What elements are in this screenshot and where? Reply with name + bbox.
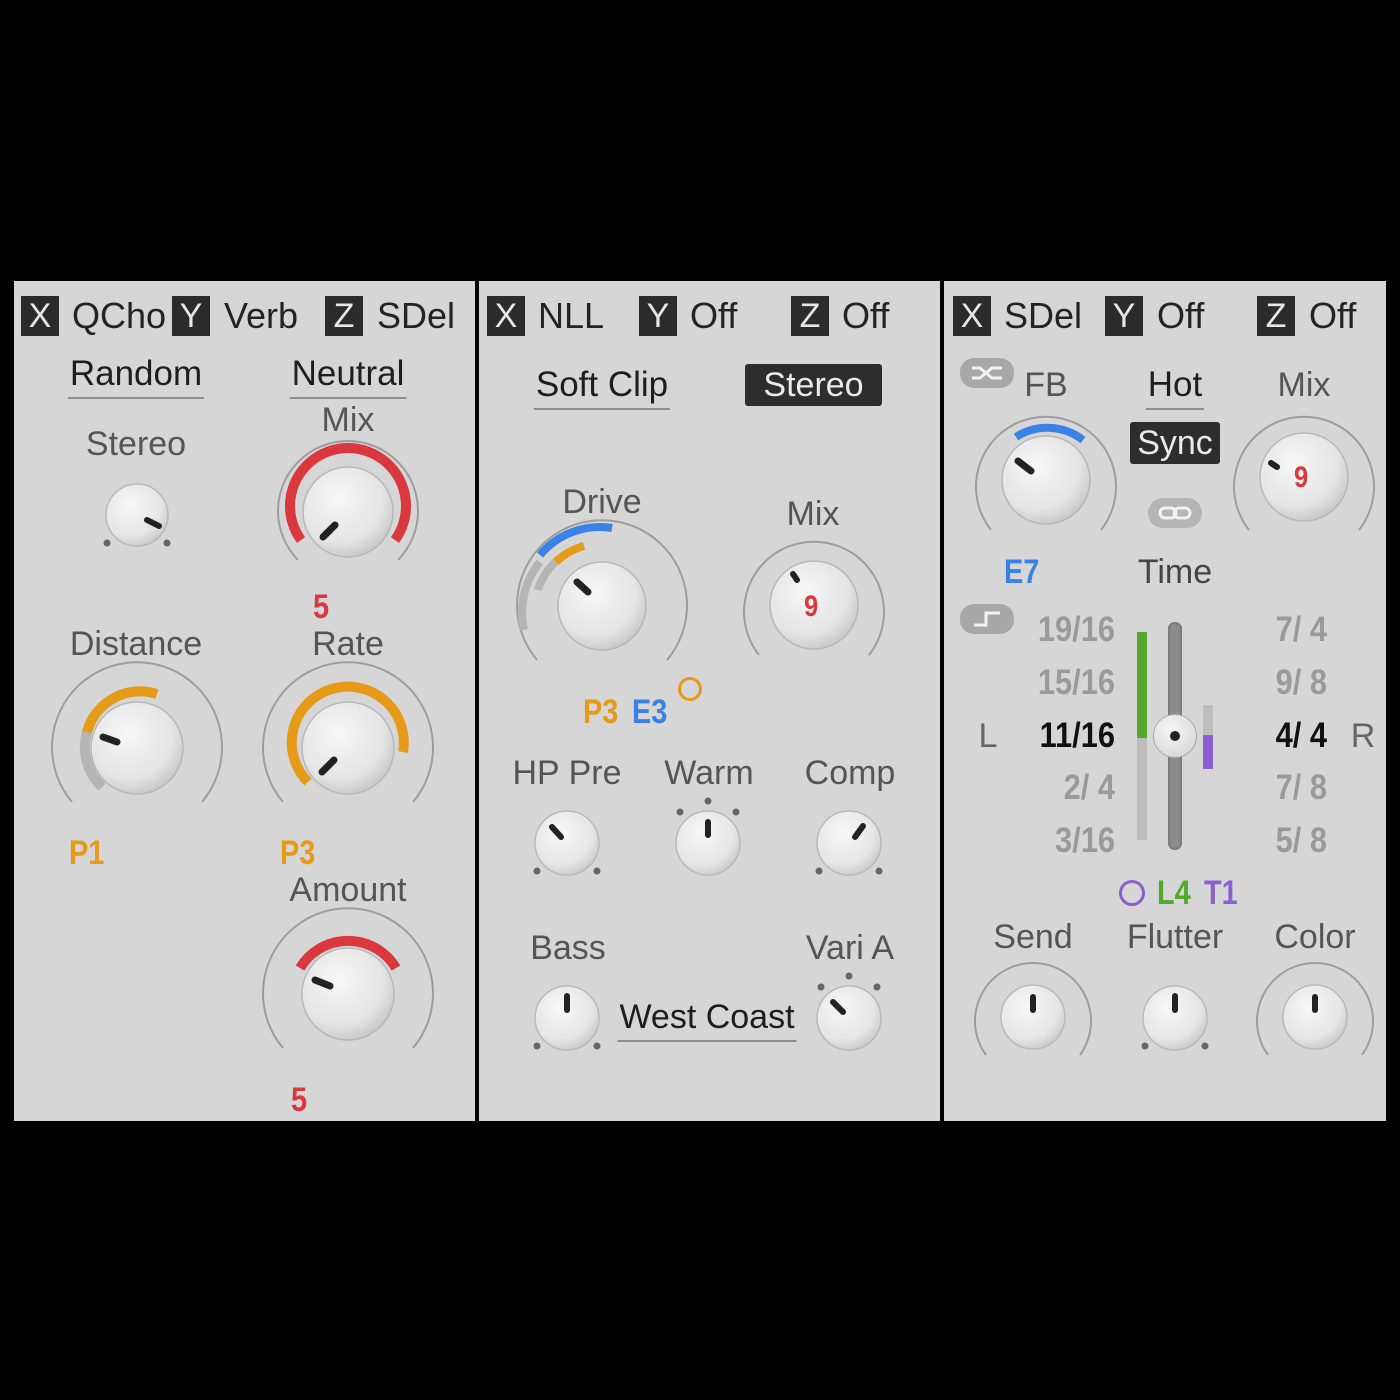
time-division-left-3[interactable]: 2/ 4 <box>1014 768 1115 808</box>
time-division-right-3[interactable]: 7/ 8 <box>1228 768 1327 808</box>
amount-label: Amount <box>289 871 407 909</box>
z-slot-badge: Z <box>325 296 363 336</box>
time-mod-ring-icon[interactable] <box>1119 880 1145 906</box>
mix-label: Mix <box>1277 366 1331 404</box>
sync-button[interactable]: Sync <box>1130 422 1220 464</box>
rate-label: Rate <box>312 625 384 663</box>
time-division-left-0[interactable]: 19/16 <box>1014 610 1115 650</box>
fb-label: FB <box>1024 366 1068 404</box>
mix-value: 5 <box>313 588 330 626</box>
send-label: Send <box>993 918 1073 956</box>
drive-mod-tag-p: P3 <box>583 693 619 731</box>
time-mod-tag-l: L4 <box>1157 874 1191 912</box>
random-mode-selector[interactable]: Random <box>67 353 205 399</box>
x-slot-effect[interactable]: QCho <box>72 294 166 338</box>
y-slot-badge: Y <box>1105 296 1143 336</box>
neutral-mode-selector[interactable]: Neutral <box>289 353 407 399</box>
comp-label: Comp <box>804 754 896 792</box>
time-division-left-selected[interactable]: 11/16 <box>1014 716 1115 756</box>
mix-value: 9 <box>1294 461 1309 494</box>
drive-label: Drive <box>562 483 642 521</box>
x-slot-badge: X <box>21 296 59 336</box>
hot-mode-selector[interactable]: Hot <box>1145 364 1205 410</box>
time-mod-tag-t: T1 <box>1204 874 1238 912</box>
crossfeed-toggle-icon[interactable] <box>960 358 1014 388</box>
warm-label: Warm <box>664 754 754 792</box>
y-slot-effect[interactable]: Off <box>1157 294 1204 338</box>
z-slot-badge: Z <box>791 296 829 336</box>
time-division-left-4[interactable]: 3/16 <box>1014 821 1115 861</box>
z-slot-effect[interactable]: SDel <box>377 294 455 338</box>
drive-mod-ring-icon[interactable] <box>678 677 702 701</box>
link-icon[interactable] <box>1148 498 1202 528</box>
drive-mod-tag-e: E3 <box>632 693 668 731</box>
time-label: Time <box>1137 553 1213 591</box>
rate-mod-tag: P3 <box>280 834 316 872</box>
z-slot-effect[interactable]: Off <box>842 294 889 338</box>
time-division-right-4[interactable]: 5/ 8 <box>1228 821 1327 861</box>
time-division-right-0[interactable]: 7/ 4 <box>1228 610 1327 650</box>
amount-value: 5 <box>291 1081 308 1119</box>
x-slot-effect[interactable]: SDel <box>1004 294 1082 338</box>
y-slot-effect[interactable]: Verb <box>224 294 298 338</box>
slider-thumb-dot <box>1170 731 1180 741</box>
z-slot-effect[interactable]: Off <box>1309 294 1356 338</box>
fb-mod-tag: E7 <box>1004 553 1040 591</box>
mix-label: Mix <box>786 495 840 533</box>
distance-mod-tag: P1 <box>69 834 105 872</box>
x-slot-badge: X <box>487 296 525 336</box>
hp-pre-label: HP Pre <box>512 754 622 792</box>
color-label: Color <box>1274 918 1356 956</box>
time-division-right-selected[interactable]: 4/ 4 <box>1228 716 1327 756</box>
stereo-button[interactable]: Stereo <box>745 364 882 406</box>
x-slot-badge: X <box>953 296 991 336</box>
y-slot-badge: Y <box>639 296 677 336</box>
clip-mode-selector[interactable]: Soft Clip <box>533 364 671 410</box>
right-channel-label: R <box>1350 717 1376 755</box>
note-mode-icon[interactable] <box>960 604 1014 634</box>
left-channel-label: L <box>978 717 998 755</box>
time-division-right-1[interactable]: 9/ 8 <box>1228 663 1327 703</box>
bass-label: Bass <box>530 929 606 967</box>
z-slot-badge: Z <box>1257 296 1295 336</box>
voicing-selector[interactable]: West Coast <box>617 996 797 1042</box>
y-slot-effect[interactable]: Off <box>690 294 737 338</box>
left-level-meter <box>1137 632 1147 738</box>
right-level-meter <box>1203 735 1213 769</box>
vari-label: Vari A <box>805 929 895 967</box>
mix-label: Mix <box>321 401 375 439</box>
x-slot-effect[interactable]: NLL <box>538 294 604 338</box>
time-slider-thumb[interactable] <box>1153 714 1197 758</box>
distance-label: Distance <box>69 625 203 663</box>
y-slot-badge: Y <box>172 296 210 336</box>
time-division-left-1[interactable]: 15/16 <box>1014 663 1115 703</box>
flutter-label: Flutter <box>1126 918 1224 956</box>
stereo-label: Stereo <box>85 425 187 463</box>
mix-value: 9 <box>804 590 819 623</box>
